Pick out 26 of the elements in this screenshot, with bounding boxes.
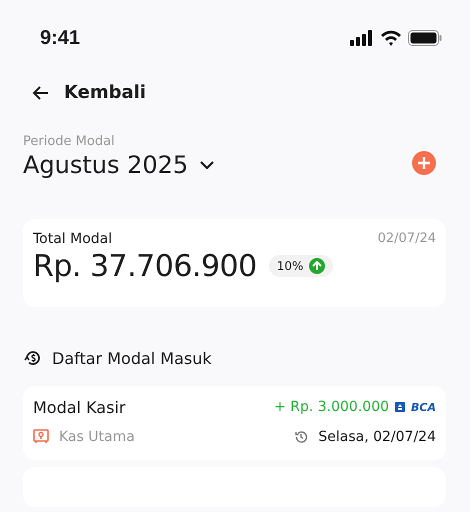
battery-icon [408, 30, 442, 46]
add-button[interactable] [412, 151, 436, 175]
history-icon [294, 430, 308, 444]
section-title: Daftar Modal Masuk [52, 348, 212, 368]
card-title: Total Modal [33, 230, 112, 246]
chevron-down-icon[interactable] [200, 160, 214, 168]
entry-card[interactable]: Modal Kasir + Rp. 3.000.000 BCA Kas Utama Selasa, 02/07/24 [23, 386, 446, 460]
status-time: 9:41 [40, 26, 80, 50]
back-button[interactable]: Kembali [32, 82, 146, 103]
card-date: 02/07/24 [378, 231, 436, 246]
total-amount: Rp. 37.706.900 [33, 248, 257, 284]
period-dropdown[interactable]: Agustus 2025 [23, 150, 214, 178]
signal-icon [350, 30, 374, 46]
entry-date: Selasa, 02/07/24 [318, 428, 436, 444]
wifi-icon [380, 30, 402, 46]
entry-amount: + Rp. 3.000.000 [274, 399, 390, 415]
money-cycle-icon [24, 349, 42, 367]
entry-title: Modal Kasir [33, 398, 126, 416]
change-badge: 10% [268, 255, 334, 277]
bank-name: BCA [411, 400, 436, 414]
bank-logo-icon [395, 402, 406, 412]
plus-icon[interactable] [418, 157, 430, 169]
safe-icon [33, 429, 49, 444]
entry-location: Kas Utama [59, 428, 135, 444]
back-arrow-icon[interactable] [32, 86, 50, 100]
period-label: Periode Modal [23, 134, 116, 148]
